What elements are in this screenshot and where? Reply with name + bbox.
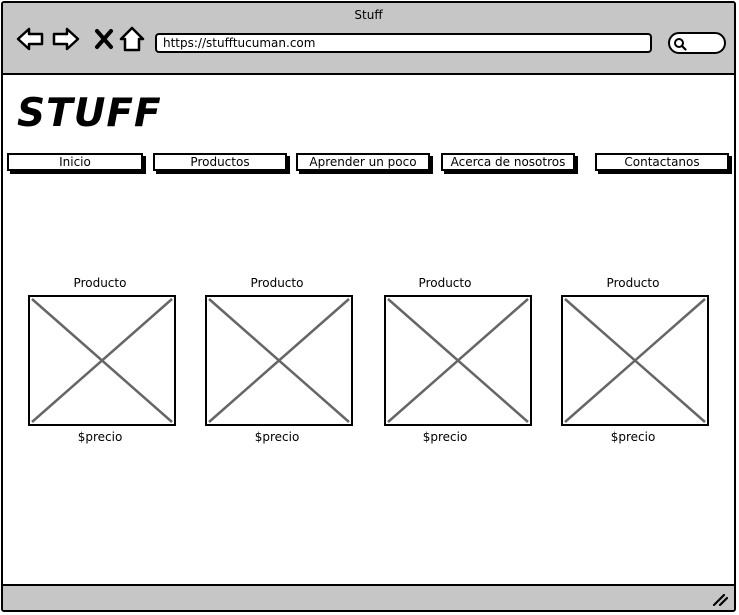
product-price: $precio: [77, 430, 123, 444]
browser-search-field[interactable]: [668, 32, 726, 54]
product-price: $precio: [422, 430, 468, 444]
image-placeholder-icon: [387, 298, 529, 423]
home-icon[interactable]: [117, 24, 147, 54]
site-logo: STUFF: [17, 91, 162, 136]
image-placeholder-icon: [31, 298, 173, 423]
product-image-placeholder[interactable]: [205, 295, 353, 426]
back-arrow-icon[interactable]: [15, 24, 45, 54]
image-placeholder-icon: [564, 298, 706, 423]
menu-button-acerca[interactable]: Acerca de nosotros: [441, 153, 575, 171]
menu-button-contactanos[interactable]: Contactanos: [595, 153, 729, 171]
forward-arrow-icon[interactable]: [51, 24, 81, 54]
search-icon: [674, 38, 687, 51]
browser-toolbar: Stuff https://stufftucuman.com: [3, 3, 734, 75]
product-image-placeholder[interactable]: [561, 295, 709, 426]
status-bar: [3, 584, 734, 610]
url-text: https://stufftucuman.com: [163, 36, 316, 50]
window-title: Stuff: [354, 8, 383, 22]
product-title: Producto: [606, 276, 660, 290]
product-title: Producto: [73, 276, 127, 290]
close-x-icon[interactable]: [89, 24, 119, 54]
browser-window: Stuff https://stufftucuman.com STUFF Ini…: [1, 1, 736, 612]
product-title: Producto: [418, 276, 472, 290]
product-image-placeholder[interactable]: [384, 295, 532, 426]
product-image-placeholder[interactable]: [28, 295, 176, 426]
product-price: $precio: [610, 430, 656, 444]
resize-grip-icon[interactable]: [712, 592, 728, 606]
menu-button-aprender[interactable]: Aprender un poco: [296, 153, 430, 171]
menu-button-inicio[interactable]: Inicio: [7, 153, 143, 171]
product-price: $precio: [254, 430, 300, 444]
product-title: Producto: [250, 276, 304, 290]
menu-button-productos[interactable]: Productos: [153, 153, 287, 171]
image-placeholder-icon: [208, 298, 350, 423]
address-bar[interactable]: https://stufftucuman.com: [155, 33, 652, 53]
